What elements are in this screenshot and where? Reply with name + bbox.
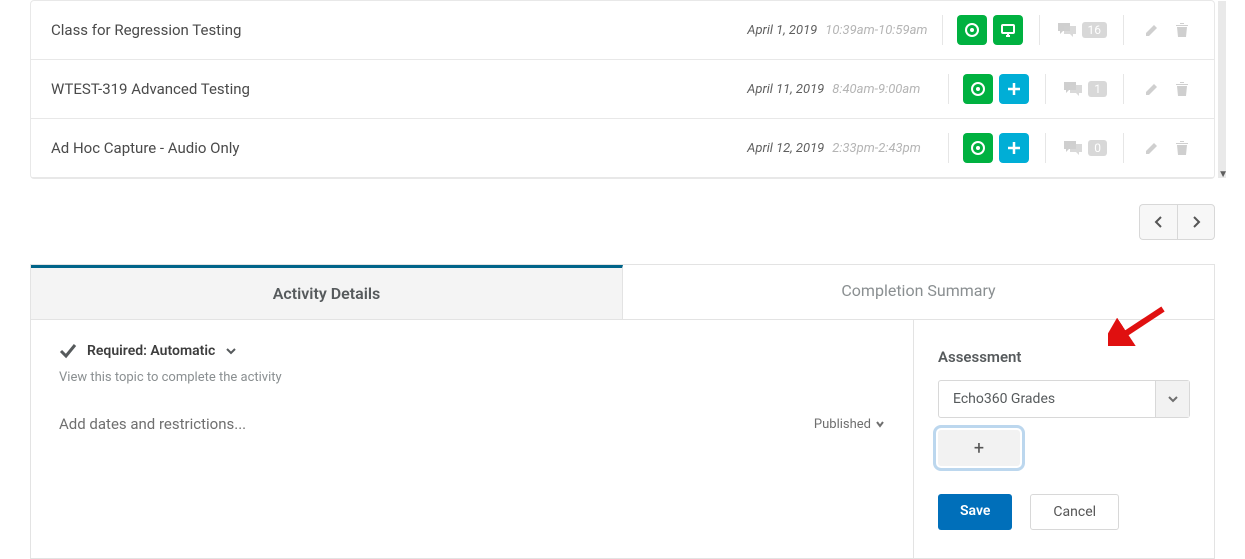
assessment-panel: Assessment Echo360 Grades + Save Cancel [914, 320, 1214, 558]
divider [942, 15, 943, 45]
trash-icon[interactable] [1170, 18, 1194, 42]
target-icon[interactable] [963, 133, 993, 163]
chevron-down-icon [875, 419, 885, 429]
pager [30, 204, 1215, 240]
class-row: WTEST-319 Advanced Testing April 11, 201… [31, 60, 1214, 119]
prev-page-button[interactable] [1139, 204, 1177, 240]
comments-icon [1062, 80, 1084, 98]
trash-icon[interactable] [1170, 77, 1194, 101]
edit-icon[interactable] [1140, 18, 1164, 42]
class-title[interactable]: WTEST-319 Advanced Testing [51, 80, 738, 98]
chevron-down-icon[interactable] [225, 345, 237, 357]
plus-icon[interactable] [999, 74, 1029, 104]
divider [1045, 133, 1046, 163]
edit-icon[interactable] [1140, 77, 1164, 101]
comments-count[interactable]: 0 [1062, 139, 1107, 157]
class-row: Class for Regression Testing April 1, 20… [31, 1, 1214, 60]
scroll-down-icon[interactable]: ▼ [1218, 169, 1228, 180]
comments-icon [1062, 139, 1084, 157]
published-label: Published [814, 417, 871, 432]
assessment-select[interactable]: Echo360 Grades [938, 380, 1190, 418]
plus-icon[interactable] [999, 133, 1029, 163]
class-list: Class for Regression Testing April 1, 20… [30, 0, 1215, 179]
divider [1123, 133, 1124, 163]
comments-count[interactable]: 16 [1056, 21, 1108, 39]
activity-panel: Activity Details Completion Summary Requ… [30, 264, 1215, 559]
class-row: Ad Hoc Capture - Audio Only April 12, 20… [31, 119, 1214, 178]
edit-icon[interactable] [1140, 136, 1164, 160]
target-icon[interactable] [957, 15, 987, 45]
divider [1045, 74, 1046, 104]
cancel-button[interactable]: Cancel [1030, 494, 1119, 530]
class-time: 2:33pm-2:43pm [832, 141, 934, 156]
save-button[interactable]: Save [938, 494, 1012, 530]
class-title[interactable]: Ad Hoc Capture - Audio Only [51, 139, 738, 157]
scrollbar[interactable] [1218, 1, 1226, 178]
class-actions: 16 [957, 15, 1195, 45]
divider [1123, 74, 1124, 104]
add-dates-link[interactable]: Add dates and restrictions... [59, 415, 246, 433]
present-icon[interactable] [993, 15, 1023, 45]
comments-badge: 16 [1082, 22, 1108, 38]
required-row[interactable]: Required: Automatic [59, 342, 885, 360]
class-title[interactable]: Class for Regression Testing [51, 21, 731, 39]
class-actions: 1 [963, 74, 1194, 104]
assessment-selected-value: Echo360 Grades [939, 381, 1155, 417]
assessment-heading: Assessment [938, 348, 1190, 366]
class-date: April 12, 2019 [738, 141, 824, 156]
tab-activity-details[interactable]: Activity Details [31, 265, 623, 320]
class-time: 10:39am-10:59am [825, 23, 927, 38]
next-page-button[interactable] [1177, 204, 1215, 240]
trash-icon[interactable] [1170, 136, 1194, 160]
divider [1039, 15, 1040, 45]
published-dropdown[interactable]: Published [814, 417, 885, 432]
activity-details-body: Required: Automatic View this topic to c… [31, 320, 914, 558]
comments-badge: 0 [1088, 140, 1107, 156]
tab-row: Activity Details Completion Summary [31, 265, 1214, 320]
class-date: April 1, 2019 [731, 23, 817, 38]
target-icon[interactable] [963, 74, 993, 104]
required-label: Required: Automatic [87, 343, 215, 359]
required-description: View this topic to complete the activity [59, 370, 885, 385]
comments-icon [1056, 21, 1078, 39]
add-assessment-button[interactable]: + [938, 430, 1020, 466]
class-date: April 11, 2019 [738, 82, 824, 97]
class-time: 8:40am-9:00am [832, 82, 934, 97]
class-actions: 0 [963, 133, 1194, 163]
divider [948, 74, 949, 104]
comments-count[interactable]: 1 [1062, 80, 1107, 98]
divider [1123, 15, 1124, 45]
comments-badge: 1 [1088, 81, 1107, 97]
annotation-arrow-icon [1108, 306, 1168, 350]
chevron-down-icon [1155, 381, 1189, 417]
divider [948, 133, 949, 163]
check-icon [59, 342, 77, 360]
